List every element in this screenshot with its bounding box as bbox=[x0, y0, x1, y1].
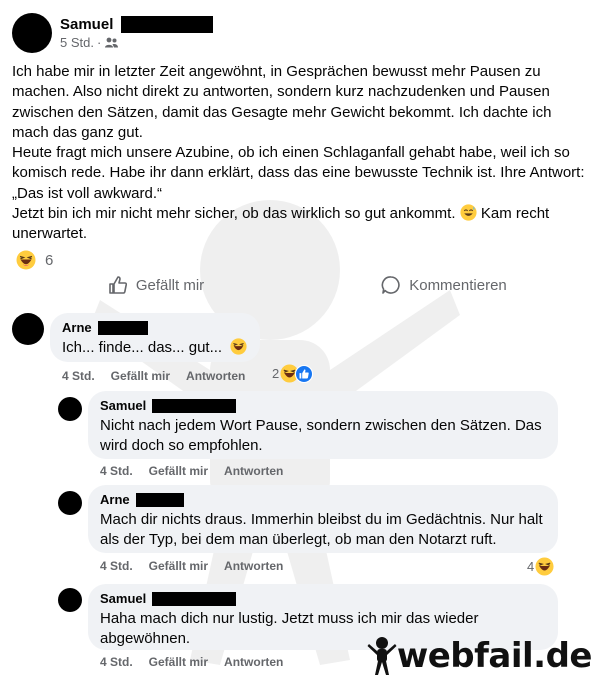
redacted-surname bbox=[152, 592, 237, 606]
webfail-watermark: webfail.de bbox=[367, 636, 593, 676]
post-header: Samuel 5 Std. · bbox=[12, 10, 214, 56]
reply-avatar[interactable] bbox=[58, 397, 82, 421]
reply-actions: 4 Std. Gefällt mir Antworten bbox=[100, 655, 299, 669]
like-reaction-icon bbox=[295, 364, 314, 383]
comment-actions: 4 Std. Gefällt mir Antworten bbox=[62, 369, 261, 383]
reply-like-button[interactable]: Gefällt mir bbox=[149, 559, 208, 573]
meta-separator: · bbox=[96, 35, 102, 50]
comment-reply-button[interactable]: Antworten bbox=[186, 369, 245, 383]
comment-bubble: Arne Ich... finde... das... gut... bbox=[50, 313, 260, 362]
comment-bubble-icon bbox=[381, 276, 400, 294]
reply-like-button[interactable]: Gefällt mir bbox=[149, 464, 208, 478]
reply-actions: 4 Std. Gefällt mir Antworten bbox=[100, 464, 299, 478]
thumbs-up-icon bbox=[109, 276, 127, 294]
comment-text: Ich... finde... das... gut... bbox=[62, 339, 223, 356]
like-button[interactable]: Gefällt mir bbox=[12, 268, 300, 302]
redacted-surname bbox=[121, 16, 214, 33]
comment-label: Kommentieren bbox=[409, 276, 507, 294]
redacted-surname bbox=[97, 321, 148, 335]
webfail-logo-text: webfail.de bbox=[396, 636, 593, 676]
laughing-reaction-icon bbox=[535, 557, 554, 576]
post-paragraph: Ich habe mir in letzter Zeit angewöhnt, … bbox=[12, 63, 552, 141]
grinning-sweat-emoji-icon bbox=[460, 204, 477, 221]
comment-avatar[interactable] bbox=[12, 313, 44, 345]
reply-reply-button[interactable]: Antworten bbox=[224, 559, 283, 573]
reply-bubble: Samuel Nicht nach jedem Wort Pause, sond… bbox=[88, 391, 558, 459]
post-author-name[interactable]: Samuel bbox=[60, 16, 113, 33]
laughing-emoji-icon bbox=[230, 338, 247, 355]
reply-author[interactable]: Samuel bbox=[100, 591, 146, 607]
reaction-summary[interactable]: 6 bbox=[16, 250, 53, 270]
reply-like-button[interactable]: Gefällt mir bbox=[149, 655, 208, 669]
post-last-line-text: Jetzt bin ich mir nicht mehr sicher, ob … bbox=[12, 205, 456, 223]
reply-time[interactable]: 4 Std. bbox=[100, 559, 133, 573]
reply-reply-button[interactable]: Antworten bbox=[224, 464, 283, 478]
reaction-count: 6 bbox=[45, 251, 54, 269]
laughing-reaction-icon bbox=[16, 250, 36, 270]
comment-reaction-count: 2 bbox=[272, 366, 280, 381]
reply-author[interactable]: Samuel bbox=[100, 398, 146, 414]
friends-icon bbox=[105, 37, 119, 48]
reply-avatar[interactable] bbox=[58, 588, 82, 612]
post-paragraph-last: Jetzt bin ich mir nicht mehr sicher, ob … bbox=[12, 204, 592, 245]
redacted-surname bbox=[152, 399, 237, 413]
reply-text: Mach dir nichts draus. Immerhin bleibst … bbox=[100, 511, 543, 548]
author-avatar[interactable] bbox=[12, 13, 52, 53]
reply-actions: 4 Std. Gefällt mir Antworten bbox=[100, 559, 299, 573]
reply-time[interactable]: 4 Std. bbox=[100, 464, 133, 478]
reply-reaction-count: 4 bbox=[527, 559, 535, 574]
comment-like-button[interactable]: Gefällt mir bbox=[111, 369, 170, 383]
post-text: Ich habe mir in letzter Zeit angewöhnt, … bbox=[12, 62, 592, 245]
reply-avatar[interactable] bbox=[58, 491, 82, 515]
post-action-bar: Gefällt mir Kommentieren bbox=[12, 268, 588, 302]
reply-time[interactable]: 4 Std. bbox=[100, 655, 133, 669]
comment-author[interactable]: Arne bbox=[62, 320, 92, 336]
webfail-mascot-icon bbox=[367, 637, 397, 675]
reply-reply-button[interactable]: Antworten bbox=[224, 655, 283, 669]
comment-button[interactable]: Kommentieren bbox=[300, 268, 588, 302]
reply-text: Nicht nach jedem Wort Pause, sondern zwi… bbox=[100, 417, 542, 454]
reply-reactions[interactable]: 4 bbox=[527, 557, 554, 576]
reply-bubble: Arne Mach dir nichts draus. Immerhin ble… bbox=[88, 485, 558, 553]
comment-time[interactable]: 4 Std. bbox=[62, 369, 95, 383]
reply-author[interactable]: Arne bbox=[100, 492, 130, 508]
comment-reactions[interactable]: 2 bbox=[272, 364, 314, 383]
post-timestamp[interactable]: 5 Std. bbox=[60, 35, 94, 50]
like-label: Gefällt mir bbox=[135, 276, 205, 294]
post-paragraph: Heute fragt mich unsere Azubine, ob ich … bbox=[12, 144, 585, 202]
redacted-surname bbox=[135, 493, 184, 507]
